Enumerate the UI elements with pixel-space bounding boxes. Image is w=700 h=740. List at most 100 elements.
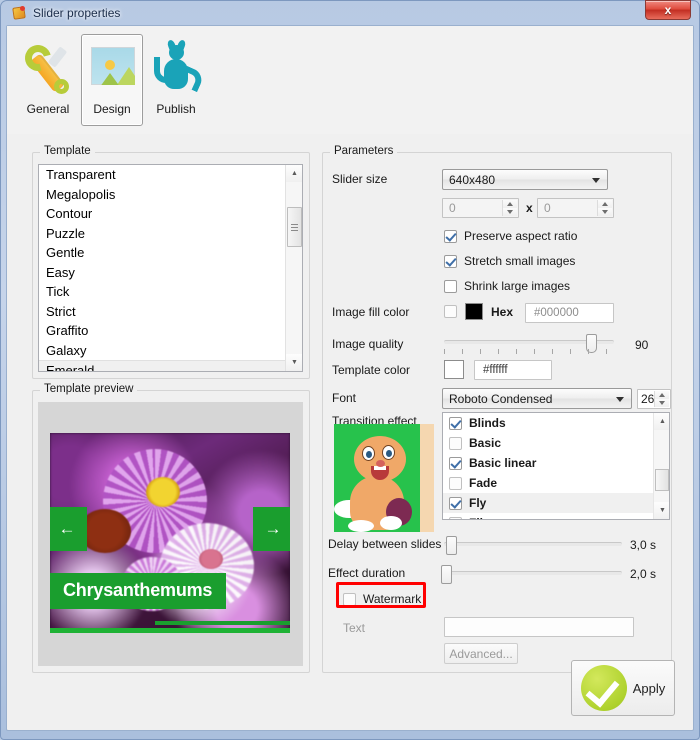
checkmark-icon [581,665,627,711]
height-down-icon[interactable] [598,208,612,216]
list-item[interactable]: Flip [443,513,669,520]
transition-label: Fade [469,476,497,490]
preview-progress-bar [50,628,290,633]
transition-checkbox[interactable] [449,417,462,430]
toolbar-item-general[interactable]: General [17,34,79,126]
font-family-value: Roboto Condensed [449,392,552,406]
list-item[interactable]: Contour [39,204,302,224]
toolbar-item-design[interactable]: Design [81,34,143,126]
transition-checkbox[interactable] [449,437,462,450]
delay-slider-handle[interactable] [446,536,457,555]
width-up-icon[interactable] [503,200,517,208]
transition-checkbox[interactable] [449,457,462,470]
template-preview-group: Template preview ← → Chrysanthemums [32,390,310,673]
list-item[interactable]: Graffito [39,321,302,341]
transition-label: Basic linear [469,456,536,470]
template-list-scrollbar[interactable]: ▲ ▼ [285,165,302,371]
wrench-icon [20,39,76,101]
list-item-selected[interactable]: Fly [443,493,669,513]
preview-prev-button[interactable]: ← [50,507,87,551]
list-item[interactable]: Tick [39,282,302,302]
preserve-aspect-ratio-checkbox[interactable] [444,230,457,243]
stretch-small-images-checkbox[interactable] [444,255,457,268]
watermark-checkbox[interactable] [343,593,356,606]
image-fill-color-checkbox[interactable] [444,305,457,318]
slider-height-value: 0 [544,201,551,215]
width-down-icon[interactable] [503,208,517,216]
title-bar: Slider properties x [6,1,694,25]
slider-width-stepper[interactable]: 0 [442,198,519,218]
template-color-swatch[interactable] [444,360,464,379]
effect-duration-slider[interactable] [444,571,622,575]
stretch-small-images-row[interactable]: Stretch small images [444,254,575,268]
font-family-select[interactable]: Roboto Condensed [442,388,632,409]
publish-cat-icon [148,39,204,101]
effect-duration-slider-handle[interactable] [441,565,452,584]
picture-icon [84,39,140,101]
list-item[interactable]: Galaxy [39,341,302,361]
height-up-icon[interactable] [598,200,612,208]
slider-properties-window: Slider properties x General Design [0,0,700,740]
image-fill-hex-input[interactable]: #000000 [525,303,614,323]
delay-between-slides-value: 3,0 s [630,538,656,552]
list-item[interactable]: Megalopolis [39,185,302,205]
scroll-down-icon[interactable]: ▼ [654,502,670,519]
list-item[interactable]: Basic [443,433,669,453]
scroll-up-icon[interactable]: ▲ [654,413,670,430]
transition-checkbox[interactable] [449,477,462,490]
scroll-up-icon[interactable]: ▲ [286,165,303,182]
template-list[interactable]: Transparent Megalopolis Contour Puzzle G… [38,164,303,372]
transition-label: Flip [469,516,490,520]
shrink-large-images-checkbox[interactable] [444,280,457,293]
list-item[interactable]: Easy [39,263,302,283]
toolbar-label-design: Design [93,102,130,116]
dialog-client-area: General Design Publish Template [6,25,694,731]
watermark-row[interactable]: Watermark [343,592,421,606]
image-fill-color-label: Image fill color [332,305,409,319]
list-item[interactable]: Basic linear [443,453,669,473]
scrollbar-thumb[interactable] [655,469,669,491]
template-color-input[interactable]: #ffffff [474,360,552,380]
image-quality-slider[interactable] [444,340,614,344]
font-label: Font [332,391,356,405]
preview-image: ← → Chrysanthemums [50,433,290,633]
slider-height-stepper[interactable]: 0 [537,198,614,218]
delay-between-slides-slider[interactable] [444,542,622,546]
list-item[interactable]: Blinds [443,413,669,433]
font-size-stepper[interactable]: 26 [637,389,671,409]
mode-toolbar: General Design Publish [7,26,693,134]
font-size-up-icon[interactable] [655,391,669,399]
image-fill-color-swatch[interactable] [465,303,483,320]
preserve-aspect-ratio-row[interactable]: Preserve aspect ratio [444,229,577,243]
list-item[interactable]: Gentle [39,243,302,263]
transition-list-scrollbar[interactable]: ▲ ▼ [653,413,669,519]
list-item[interactable]: Transparent [39,165,302,185]
transition-effect-list[interactable]: Blinds Basic Basic linear Fade Fly [442,412,670,520]
list-item[interactable]: Fade [443,473,669,493]
advanced-button[interactable]: Advanced... [444,643,518,664]
effect-duration-value: 2,0 s [630,567,656,581]
list-item[interactable]: Puzzle [39,224,302,244]
list-item[interactable]: Strict [39,302,302,322]
scrollbar-thumb[interactable] [287,207,302,247]
list-item-selected[interactable]: Emerald [39,360,302,372]
scroll-down-icon[interactable]: ▼ [286,354,303,371]
slider-size-label: Slider size [332,172,387,186]
transition-checkbox[interactable] [449,517,462,521]
template-group: Template Transparent Megalopolis Contour… [32,152,310,379]
font-size-down-icon[interactable] [655,399,669,407]
transition-checkbox[interactable] [449,497,462,510]
chevron-down-icon [592,178,600,183]
watermark-text-label: Text [343,621,365,635]
shrink-large-images-row[interactable]: Shrink large images [444,279,570,293]
preview-next-button[interactable]: → [253,507,290,551]
apply-button[interactable]: Apply [571,660,675,716]
watermark-label: Watermark [363,592,421,606]
preview-progress-track [155,621,290,625]
close-button[interactable]: x [645,0,691,20]
transition-label: Blinds [469,416,506,430]
font-size-value: 26 [641,392,654,406]
toolbar-item-publish[interactable]: Publish [145,34,207,126]
watermark-text-input[interactable] [444,617,634,637]
slider-size-select[interactable]: 640x480 [442,169,608,190]
